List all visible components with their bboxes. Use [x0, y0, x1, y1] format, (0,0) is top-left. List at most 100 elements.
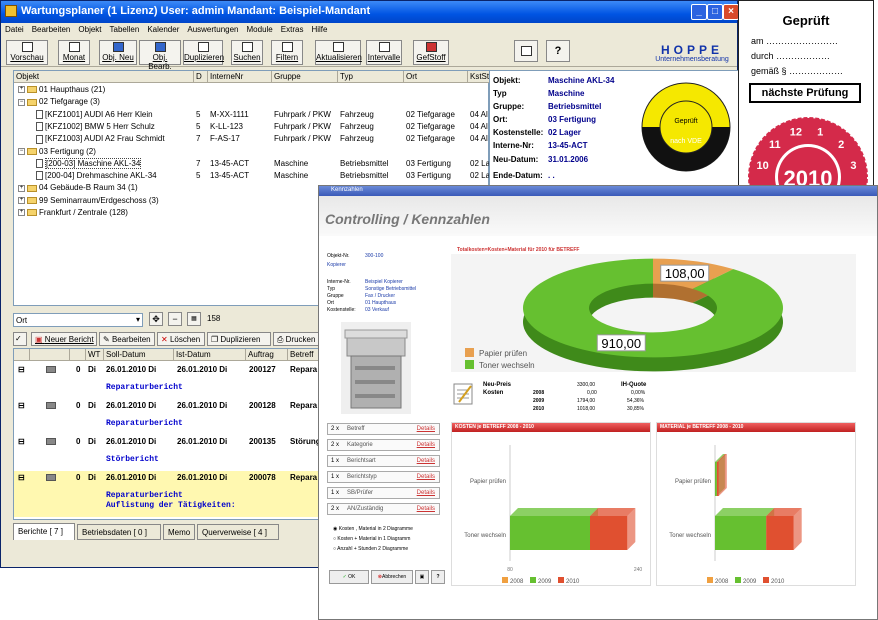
intervalle-button[interactable]: Intervalle: [366, 40, 402, 65]
tree-row[interactable]: [KFZ1002] BMW 5 Herr Schulz 5 K-LL-123 Fuhr…: [14, 122, 490, 134]
col-gruppe[interactable]: Gruppe: [272, 71, 338, 83]
menu-tabellen[interactable]: Tabellen: [106, 23, 144, 36]
donut-data-label: 108,00: [665, 266, 705, 281]
report-row[interactable]: ⊟ 0 Di 26.01.2010 Di 26.01.2010 Di 200128 Repa…: [14, 399, 320, 431]
tree-row[interactable]: +01 Haupthaus (21): [14, 85, 490, 97]
expand-icon[interactable]: +: [18, 209, 25, 217]
detail-button[interactable]: 2 x AN/Zuständig Details: [327, 503, 440, 515]
expand-icon[interactable]: +: [18, 184, 25, 192]
filtern-button[interactable]: Filtern: [271, 40, 303, 65]
col-betreff[interactable]: Betreff: [288, 349, 320, 361]
maximize-button[interactable]: □: [707, 4, 723, 20]
new-report-button[interactable]: ▣ Neuer Bericht: [31, 332, 97, 346]
obj-bearb-button[interactable]: Obj. Bearb.: [139, 40, 181, 71]
report-row[interactable]: ⊟ 0 Di 26.01.2010 Di 26.01.2010 Di 200078 Repa…: [14, 471, 320, 517]
ok-button[interactable]: ✓ OK: [329, 570, 369, 584]
aktualisieren-button[interactable]: Aktualisieren: [315, 40, 362, 65]
expand-icon[interactable]: +: [18, 86, 25, 94]
suchen-button[interactable]: Suchen: [231, 40, 263, 65]
tree-row[interactable]: − 03 Fertigung (2): [14, 147, 490, 159]
expand-icon[interactable]: +: [18, 197, 25, 205]
menu-datei[interactable]: Datei: [1, 23, 28, 36]
details-link[interactable]: Details: [417, 426, 435, 432]
move-icon[interactable]: ✥: [149, 312, 163, 326]
tab-memo[interactable]: Memo: [163, 524, 195, 540]
group-by-select[interactable]: Ort ▾: [13, 313, 143, 327]
tree-row[interactable]: [200-03] Maschine AKL-34 7 13-45-ACT Maschi…: [14, 157, 491, 171]
col-ist-datum[interactable]: Ist-Datum: [174, 349, 246, 361]
camera-button[interactable]: [514, 40, 538, 62]
menu-module[interactable]: Module: [243, 23, 277, 36]
col-ort[interactable]: Ort: [404, 71, 468, 83]
report-row[interactable]: ⊟ 0 Di 26.01.2010 Di 26.01.2010 Di 200127 Repa…: [14, 363, 320, 395]
tab-berichte[interactable]: Berichte [ 7 ]: [13, 523, 75, 540]
tree-row[interactable]: [KFZ1001] AUDI A6 Herr Klein 5 M-XX-1111 Fu…: [14, 110, 490, 122]
col-objekt[interactable]: Objekt: [14, 71, 194, 83]
details-link[interactable]: Details: [417, 442, 435, 448]
gefstoff-button[interactable]: GefStoff: [413, 40, 449, 65]
menu-kalender[interactable]: Kalender: [143, 23, 183, 36]
minimize-button[interactable]: _: [691, 4, 707, 20]
col-typ[interactable]: Typ: [338, 71, 404, 83]
menu-objekt[interactable]: Objekt: [74, 23, 105, 36]
grid-icon[interactable]: ▦: [187, 312, 201, 326]
report-subtext: Reparaturbericht: [106, 491, 183, 500]
monat-button[interactable]: Monat: [58, 40, 90, 65]
tab-querverweise[interactable]: Querverweise [ 4 ]: [197, 524, 279, 540]
tree-row[interactable]: − 02 Tiefgarage (3): [14, 97, 490, 109]
col-kstst[interactable]: KstSt: [468, 71, 490, 83]
collapse-icon[interactable]: ⊟: [18, 437, 25, 446]
collapse-icon[interactable]: ⊟: [18, 365, 25, 374]
detail-button[interactable]: 1 x Berichtstyp Details: [327, 471, 440, 483]
print-report-button[interactable]: ⎙ Drucken: [273, 332, 321, 346]
abbrechen-button[interactable]: ⊗Abbrechen: [371, 570, 413, 584]
obj-neu-button[interactable]: Obj. Neu: [99, 40, 137, 65]
col-wt[interactable]: WT: [86, 349, 104, 361]
details-link[interactable]: Details: [417, 506, 435, 512]
details-link[interactable]: Details: [417, 490, 435, 496]
help-button[interactable]: ?: [431, 570, 445, 584]
tree-cell-kst: 02 La: [470, 158, 491, 168]
tab-betriebsdaten[interactable]: Betriebsdaten [ 0 ]: [77, 524, 161, 540]
tree-row-label: +04 Gebäude-B Raum 34 (1): [18, 183, 138, 192]
vorschau-button[interactable]: Vorschau: [6, 40, 48, 65]
menu-auswertungen[interactable]: Auswertungen: [183, 23, 242, 36]
collapse-icon[interactable]: ⊟: [18, 473, 25, 482]
menu-extras[interactable]: Extras: [277, 23, 308, 36]
close-button[interactable]: ×: [723, 4, 739, 20]
tree-row[interactable]: [200-04] Drehmaschine AKL-34 5 13-45-ACT Ma…: [14, 171, 490, 183]
tree-row-label: − 03 Fertigung (2): [18, 147, 96, 156]
radio-option[interactable]: ○ Anzahl + Stunden 2 Diagramme: [333, 546, 408, 552]
help-button[interactable]: ?: [546, 40, 570, 62]
tree-cell-ort: 02 Tiefgarage: [406, 121, 455, 131]
delete-report-button[interactable]: ✕ Löschen: [157, 332, 205, 346]
edit-report-button[interactable]: ✎ Bearbeiten: [99, 332, 155, 346]
detail-button[interactable]: 2 x Betreff Details: [327, 423, 440, 435]
details-link[interactable]: Details: [417, 458, 435, 464]
minus-icon[interactable]: −: [168, 312, 182, 326]
menu-hilfe[interactable]: Hilfe: [307, 23, 331, 36]
report-row[interactable]: ⊟ 0 Di 26.01.2010 Di 26.01.2010 Di 200135 Stör…: [14, 435, 320, 467]
detail-button[interactable]: 1 x SB/Prüfer Details: [327, 487, 440, 499]
details-link[interactable]: Details: [417, 474, 435, 480]
col-d[interactable]: D: [194, 71, 208, 83]
radio-option[interactable]: ○ Kosten + Material in 1 Diagramm: [333, 536, 410, 542]
collapse-icon[interactable]: ⊟: [18, 401, 25, 410]
duplizieren-button[interactable]: Duplizieren: [183, 40, 224, 65]
collapse-icon[interactable]: −: [18, 147, 25, 155]
col-soll-datum[interactable]: Soll-Datum: [104, 349, 174, 361]
sticker-month: 3: [850, 160, 856, 172]
col-internenr[interactable]: InterneNr: [208, 71, 272, 83]
menu-bearbeiten[interactable]: Bearbeiten: [28, 23, 75, 36]
tree-row[interactable]: [KFZ1003] AUDI A2 Frau Schmidt 7 F-AS-17 Fu…: [14, 134, 490, 146]
check-icon[interactable]: ✓: [13, 332, 27, 346]
camera-button[interactable]: ▣: [415, 570, 429, 584]
detail-button[interactable]: 1 x Berichtsart Details: [327, 455, 440, 467]
material-panel: MATERIAL je BETREFF 2008 - 2010 Papier p…: [656, 422, 856, 586]
col-auftrag[interactable]: Auftrag: [246, 349, 288, 361]
detail-value: Maschine AKL-34: [548, 76, 615, 85]
collapse-icon[interactable]: −: [18, 98, 25, 106]
detail-button[interactable]: 2 x Kategorie Details: [327, 439, 440, 451]
duplicate-report-button[interactable]: ❐ Duplizieren: [207, 332, 271, 346]
radio-option[interactable]: ◉ Kosten , Material in 2 Diagramme: [333, 526, 413, 532]
